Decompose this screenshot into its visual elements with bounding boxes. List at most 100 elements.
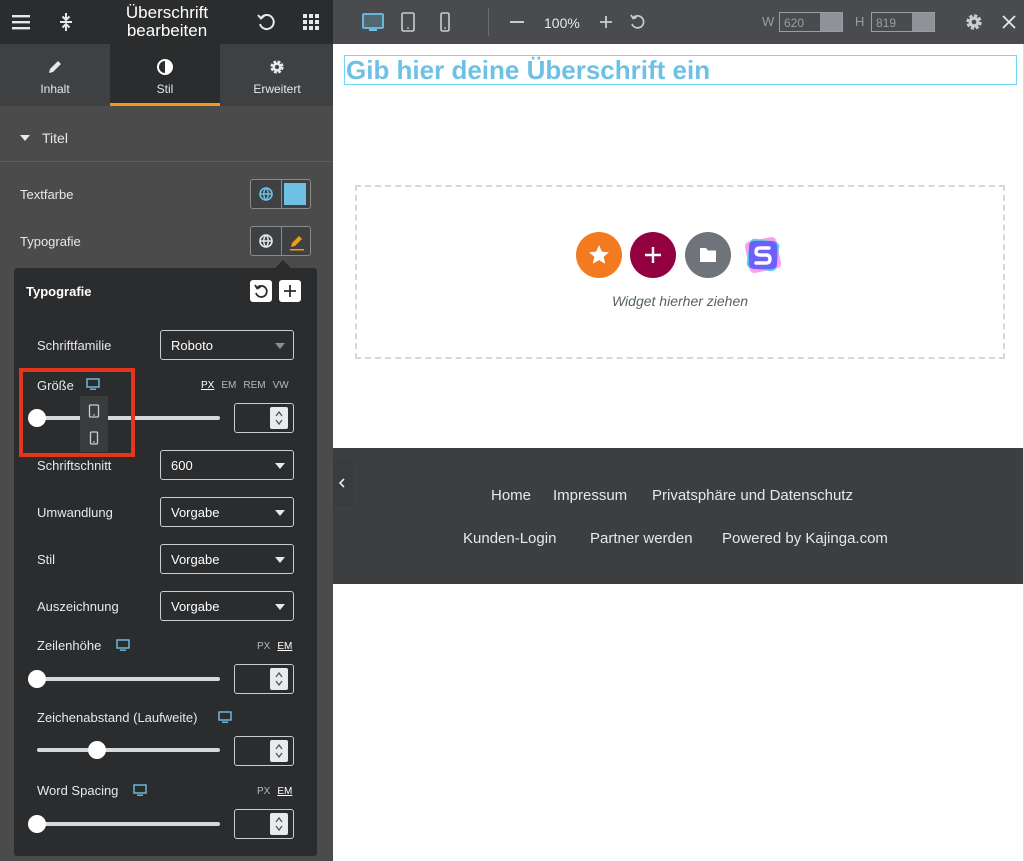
heading-widget[interactable]: Gib hier deine Überschrift ein: [344, 55, 1017, 85]
height-input[interactable]: 819: [871, 12, 935, 32]
text-decoration-value: Vorgabe: [171, 599, 220, 614]
star-template-icon[interactable]: [576, 232, 622, 278]
reset-icon[interactable]: [250, 280, 272, 302]
add-section-icon[interactable]: [630, 232, 676, 278]
add-icon[interactable]: [279, 280, 301, 302]
stepper-icon[interactable]: [820, 13, 842, 31]
footer-link-privacy[interactable]: Privatsphäre und Datenschutz: [652, 487, 853, 504]
widgets-grid-icon[interactable]: [300, 11, 322, 33]
dropdown-arrow-icon: [275, 343, 285, 349]
zoom-in-icon[interactable]: [594, 10, 618, 34]
unit-px[interactable]: PX: [257, 641, 270, 652]
stepper-icon[interactable]: [270, 740, 288, 762]
tab-label: Erweitert: [253, 82, 301, 96]
unit-em[interactable]: EM: [221, 380, 236, 391]
divider: [281, 180, 282, 208]
font-family-select[interactable]: Roboto: [160, 330, 294, 360]
letter-spacing-slider[interactable]: [37, 748, 220, 752]
site-footer: Home Impressum Privatsphäre und Datensch…: [333, 448, 1024, 584]
word-spacing-slider-handle[interactable]: [28, 815, 46, 833]
highlight-annotation-box: [19, 368, 135, 457]
mobile-view-icon[interactable]: [433, 10, 457, 34]
unit-em[interactable]: EM: [277, 641, 292, 652]
font-weight-select[interactable]: 600: [160, 450, 294, 480]
tab-label: Stil: [156, 82, 174, 96]
popover-title: Typografie: [26, 284, 92, 299]
tab-inhalt[interactable]: Inhalt: [0, 44, 110, 106]
footer-link-impressum[interactable]: Impressum: [553, 487, 627, 504]
color-swatch[interactable]: [284, 183, 306, 205]
letter-spacing-number-input[interactable]: [234, 736, 294, 766]
text-color-label: Textfarbe: [20, 187, 74, 202]
pencil-icon: [46, 58, 64, 76]
font-weight-value: 600: [171, 458, 193, 473]
word-spacing-units: PX EM: [250, 786, 292, 797]
dropdown-arrow-icon: [275, 604, 285, 610]
hamburger-menu-icon[interactable]: [10, 11, 32, 33]
line-height-slider[interactable]: [37, 677, 220, 681]
font-style-value: Vorgabe: [171, 552, 220, 567]
line-height-slider-handle[interactable]: [28, 670, 46, 688]
typography-popover: Typografie Schriftfamilie Roboto Größe P…: [14, 260, 317, 856]
tab-erweitert[interactable]: Erweitert: [222, 44, 332, 106]
typography-label: Typografie: [20, 234, 81, 249]
close-icon[interactable]: [997, 10, 1021, 34]
section-label: Titel: [42, 130, 68, 146]
stepper-icon[interactable]: [912, 13, 934, 31]
stepper-icon[interactable]: [270, 407, 288, 429]
globe-icon[interactable]: [251, 227, 281, 255]
letter-spacing-slider-handle[interactable]: [88, 741, 106, 759]
text-decoration-select[interactable]: Vorgabe: [160, 591, 294, 621]
line-height-units: PX EM: [250, 641, 292, 652]
word-spacing-number-input[interactable]: [234, 809, 294, 839]
editor-panel: Überschrift bearbeiten Inhalt Stil Erwei…: [0, 0, 333, 861]
desktop-device-icon[interactable]: [133, 784, 147, 802]
footer-link-powered-by[interactable]: Powered by Kajinga.com: [722, 530, 888, 547]
tab-stil[interactable]: Stil: [110, 44, 220, 106]
half-circle-icon: [156, 58, 174, 76]
globe-icon[interactable]: [251, 180, 281, 208]
width-input[interactable]: 620: [779, 12, 843, 32]
word-spacing-slider[interactable]: [37, 822, 220, 826]
dropdown-arrow-icon: [275, 463, 285, 469]
footer-link-become-partner[interactable]: Partner werden: [590, 530, 693, 547]
stepper-icon[interactable]: [270, 813, 288, 835]
letter-spacing-label: Zeichenabstand (Laufweite): [37, 710, 198, 725]
navigator-icon[interactable]: [55, 11, 77, 33]
font-weight-label: Schriftschnitt: [37, 458, 112, 473]
stepper-icon[interactable]: [270, 668, 288, 690]
unit-px[interactable]: PX: [201, 380, 214, 391]
tab-label: Inhalt: [40, 82, 70, 96]
edit-pencil-icon[interactable]: [282, 227, 312, 255]
plugin-logo-icon[interactable]: [740, 232, 786, 278]
text-transform-value: Vorgabe: [171, 505, 220, 520]
desktop-device-icon[interactable]: [116, 639, 130, 657]
unit-rem[interactable]: REM: [243, 380, 265, 391]
folder-template-icon[interactable]: [685, 232, 731, 278]
footer-link-home[interactable]: Home: [491, 487, 531, 504]
reset-zoom-icon[interactable]: [625, 10, 649, 34]
drop-zone-hint: Widget hierher ziehen: [611, 293, 749, 309]
unit-px[interactable]: PX: [257, 786, 270, 797]
unit-vw[interactable]: VW: [273, 380, 289, 391]
size-number-input[interactable]: [234, 403, 294, 433]
desktop-device-icon[interactable]: [218, 711, 232, 729]
footer-link-customer-login[interactable]: Kunden-Login: [463, 530, 556, 547]
word-spacing-label: Word Spacing: [37, 783, 119, 798]
zoom-level: 100%: [544, 15, 580, 31]
tablet-view-icon[interactable]: [396, 10, 420, 34]
text-transform-select[interactable]: Vorgabe: [160, 497, 294, 527]
settings-gear-icon[interactable]: [962, 10, 986, 34]
panel-header: Überschrift bearbeiten: [0, 0, 333, 44]
unit-em[interactable]: EM: [277, 786, 292, 797]
history-icon[interactable]: [255, 11, 277, 33]
font-family-label: Schriftfamilie: [37, 338, 112, 353]
line-height-number-input[interactable]: [234, 664, 294, 694]
typography-control: [250, 226, 311, 256]
font-style-select[interactable]: Vorgabe: [160, 544, 294, 574]
zoom-out-icon[interactable]: [505, 10, 529, 34]
collapse-panel-button[interactable]: [333, 460, 353, 506]
section-toggle-titel[interactable]: Titel: [0, 116, 333, 162]
desktop-view-icon[interactable]: [361, 10, 385, 34]
widget-drop-zone[interactable]: Widget hierher ziehen: [355, 185, 1005, 359]
